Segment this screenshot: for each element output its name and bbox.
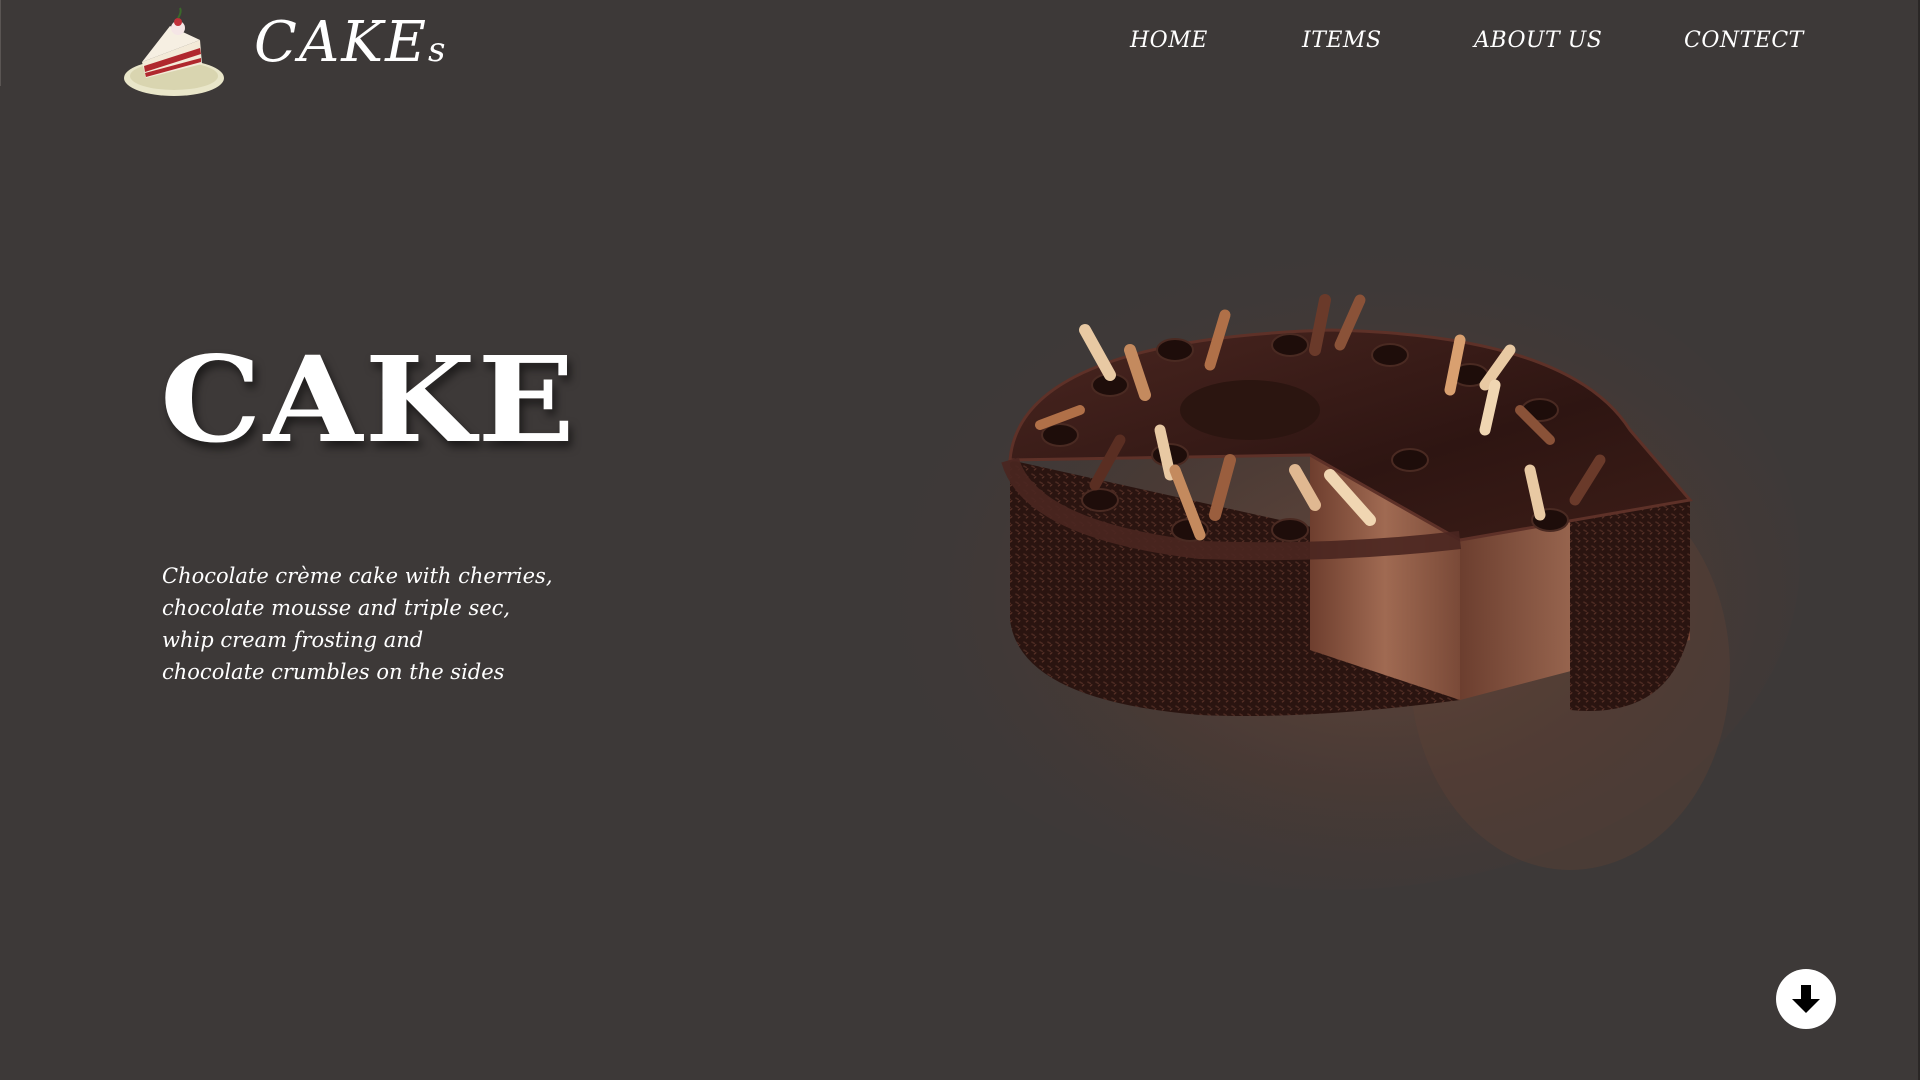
hero-title: CAKE [160, 330, 577, 469]
description-line: Chocolate crème cake with cherries, [162, 564, 553, 588]
scroll-down-button[interactable] [1776, 969, 1836, 1029]
description-line: chocolate crumbles on the sides [162, 660, 505, 684]
main-nav: HOME ITEMS ABOUT US CONTECT [0, 28, 1920, 68]
arrow-down-icon [1792, 985, 1820, 1013]
landing-page: CAKEs HOME ITEMS ABOUT US CONTECT CAKE C… [0, 0, 1920, 1080]
nav-home[interactable]: HOME [1130, 28, 1208, 53]
nav-contect[interactable]: CONTECT [1684, 28, 1804, 53]
nav-about-us[interactable]: ABOUT US [1474, 28, 1602, 53]
description-line: whip cream frosting and [162, 628, 424, 652]
description-line: chocolate mousse and triple sec, [162, 596, 511, 620]
nav-items[interactable]: ITEMS [1302, 28, 1382, 53]
hero-description: Chocolate crème cake with cherries, choc… [162, 560, 592, 688]
chocolate-cake-image [860, 200, 1870, 920]
